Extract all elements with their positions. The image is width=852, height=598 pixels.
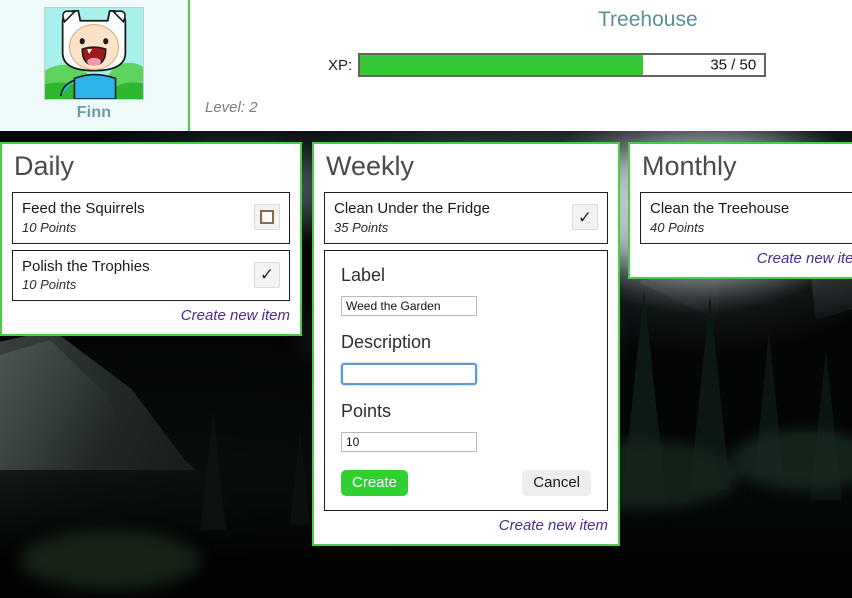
description-field-heading: Description [341,331,432,352]
create-new-item-link[interactable]: Create new item [324,517,608,534]
xp-row: XP: 35 / 50 [328,53,767,77]
task-checkbox-checked[interactable]: ✓ [254,261,280,288]
conifer-tree [755,330,783,475]
conifer-tree [622,290,666,500]
checkmark-icon: ✓ [259,265,275,285]
task-checkbox-checked[interactable]: ✓ [572,204,598,231]
xp-progress-fill [360,55,643,75]
create-button[interactable]: Create [341,469,409,496]
task-row[interactable]: Clean Under the Fridge 35 Points ✓ [324,192,608,244]
task-points: 40 Points [650,219,705,235]
task-checkbox-unchecked[interactable] [254,204,280,231]
points-field-heading: Points [341,400,392,421]
task-text: Polish the Trophies 10 Points [22,258,246,292]
checkmark-icon: ✓ [577,207,593,227]
task-label: Feed the Squirrels [22,200,145,218]
xp-progress-bar: 35 / 50 [358,53,767,77]
shrub-clump [730,430,852,490]
create-item-form: Label Description Points Create Cancel [324,249,608,511]
task-row[interactable]: Feed the Squirrels 10 Points [12,192,290,244]
page-title: Treehouse [598,8,698,31]
level-text: Level: 2 [205,99,258,116]
rock-ridge-left [0,330,310,598]
column-daily: Daily Feed the Squirrels 10 Points Polis… [0,142,302,336]
description-input[interactable] [341,362,477,385]
app-header: Finn Treehouse XP: 35 / 50 Level: 2 [0,0,852,131]
task-text: Feed the Squirrels 10 Points [22,200,246,234]
task-points: 10 Points [22,276,77,292]
task-label: Clean Under the Fridge [334,200,490,218]
task-points: 35 Points [334,219,389,235]
task-text: Clean the Treehouse 40 Points [650,200,852,234]
column-title: Monthly [642,151,737,181]
xp-label: XP: [328,56,353,74]
avatar-image[interactable] [44,7,144,100]
task-row[interactable]: Clean the Treehouse 40 Points [640,192,852,244]
xp-value-text: 35 / 50 [710,56,757,74]
label-field-heading: Label [341,264,386,285]
task-points: 10 Points [22,219,77,235]
task-label: Clean the Treehouse [650,200,790,218]
rock-ridge-left-highlight [0,340,130,520]
label-input[interactable] [341,295,477,316]
column-title: Daily [14,151,75,181]
empty-checkbox-icon [260,210,274,225]
create-new-item-link[interactable]: Create new item [12,307,290,324]
column-monthly: Monthly Clean the Treehouse 40 Points Cr… [628,142,852,279]
avatar-panel: Finn [0,0,190,131]
conifer-tree [690,295,730,490]
task-text: Clean Under the Fridge 35 Points [334,200,564,234]
column-weekly: Weekly Clean Under the Fridge 35 Points … [312,142,620,546]
points-input[interactable] [341,431,477,452]
form-button-row: Create Cancel [341,469,591,496]
cancel-button[interactable]: Cancel [522,469,591,496]
column-title: Weekly [326,151,415,181]
task-label: Polish the Trophies [22,257,150,275]
shrub-clump [20,530,200,590]
avatar-name: Finn [76,104,112,121]
task-row[interactable]: Polish the Trophies 10 Points ✓ [12,249,290,301]
conifer-tree [200,410,226,530]
conifer-tree [810,350,842,500]
conifer-tree [290,430,310,525]
create-new-item-link[interactable]: Create new item [640,250,852,267]
